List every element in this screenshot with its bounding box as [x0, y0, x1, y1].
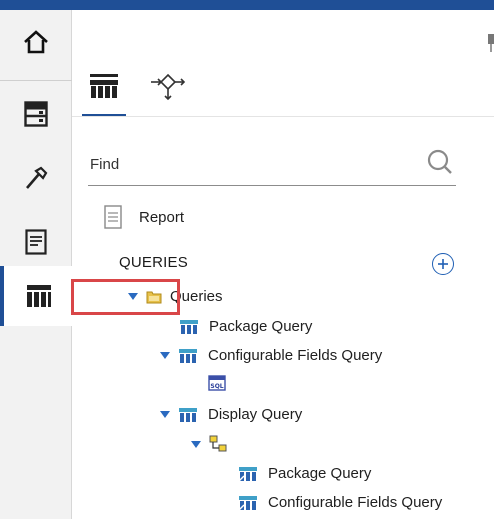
sql-icon: SQL — [208, 375, 226, 391]
tree-item-label: Configurable Fields Query — [268, 494, 443, 511]
home-icon — [24, 30, 48, 54]
query-reference-icon — [238, 466, 257, 481]
tree-item-package-query[interactable]: Package Query — [179, 318, 312, 335]
rail-home[interactable] — [0, 10, 72, 74]
join-icon — [209, 435, 227, 452]
sql-badge: SQL — [210, 383, 223, 390]
tab-queries[interactable] — [82, 58, 126, 114]
expand-caret-icon[interactable] — [191, 440, 201, 448]
tree-item-label: Display Query — [208, 406, 303, 423]
search-placeholder: Find — [90, 156, 120, 173]
left-rail — [0, 10, 73, 519]
rail-separator — [0, 80, 72, 81]
tabs-divider — [72, 116, 494, 117]
tree-item-sql[interactable]: SQL — [208, 375, 226, 391]
tree-item-package-query-ref[interactable]: Package Query — [238, 465, 371, 482]
top-accent-bar — [0, 0, 494, 10]
tree-item-configurable-fields-query[interactable]: Configurable Fields Query — [160, 347, 382, 364]
query-reference-icon — [238, 495, 257, 510]
rail-data[interactable] — [0, 82, 72, 146]
report-page-icon — [25, 229, 47, 255]
tree-item-label: Package Query — [209, 318, 313, 335]
data-server-icon — [24, 101, 48, 127]
tree-item-label: Package Query — [268, 465, 372, 482]
query-table-icon — [179, 348, 197, 363]
tree-item-configurable-fields-query-ref[interactable]: Configurable Fields Query — [238, 494, 442, 511]
expand-caret-icon[interactable] — [160, 352, 170, 359]
rail-tools[interactable] — [0, 146, 72, 210]
tab-query-flow[interactable] — [146, 58, 190, 114]
queries-table-icon — [90, 74, 118, 98]
queries-section-header: QUERIES — [119, 254, 188, 271]
report-page-icon — [104, 205, 122, 229]
tree-item-join[interactable] — [191, 435, 227, 453]
query-flow-icon — [151, 73, 186, 101]
search-field[interactable]: Find — [88, 146, 456, 186]
tree-item-label: Configurable Fields Query — [208, 347, 383, 364]
highlight-box — [71, 279, 180, 315]
query-table-icon — [179, 407, 197, 422]
rail-report[interactable] — [0, 210, 72, 274]
hammer-icon — [26, 166, 48, 189]
expand-caret-icon[interactable] — [160, 411, 170, 418]
pin-icon[interactable] — [486, 28, 494, 52]
query-table-icon — [180, 319, 198, 334]
plus-icon — [438, 259, 448, 269]
add-query-button[interactable] — [432, 253, 454, 275]
tree-report-label: Report — [139, 208, 185, 226]
rail-queries[interactable] — [0, 266, 73, 326]
search-icon[interactable] — [426, 148, 456, 178]
queries-section-label: QUERIES — [119, 254, 188, 271]
tree-report-row[interactable]: Report — [104, 205, 184, 229]
table-icon — [26, 285, 51, 307]
tree-item-display-query[interactable]: Display Query — [160, 406, 302, 423]
